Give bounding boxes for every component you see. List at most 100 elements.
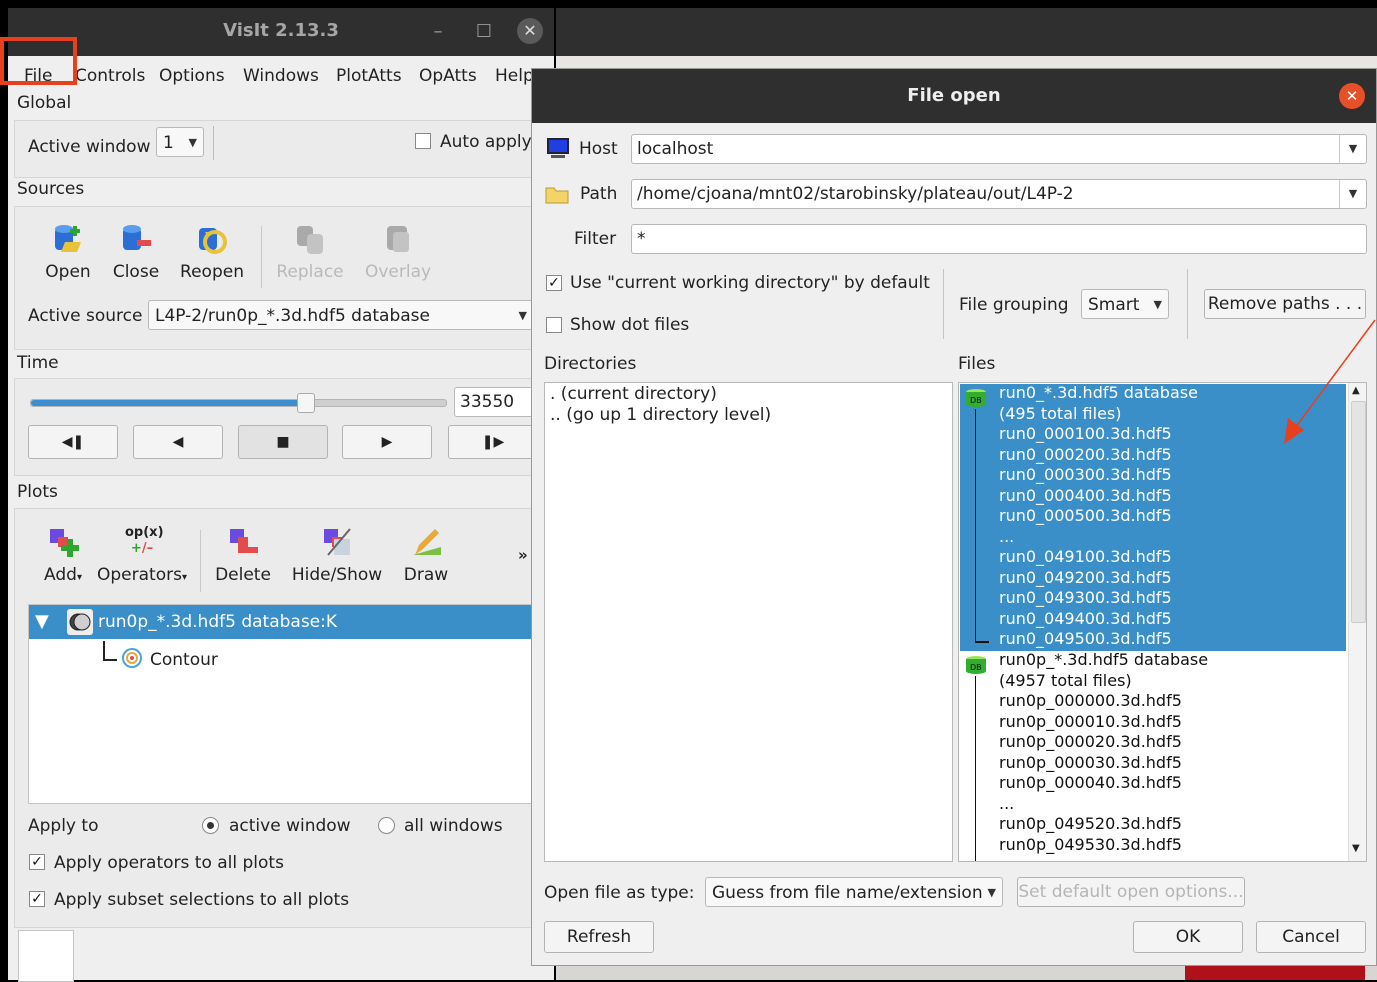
plot-visibility-icon[interactable] <box>67 609 93 635</box>
overlay-label: Overlay <box>364 262 432 282</box>
menu-opatts[interactable]: OpAtts <box>419 66 477 86</box>
database-group-count[interactable]: (495 total files) <box>999 404 1121 425</box>
host-value: localhost <box>637 139 714 159</box>
file-grouping-label: File grouping <box>959 295 1069 315</box>
directory-item[interactable]: .. (go up 1 directory level) <box>550 405 771 425</box>
minimize-icon[interactable]: – <box>426 20 450 44</box>
overlay-icon <box>381 222 415 256</box>
file-item[interactable]: run0_000300.3d.hdf5 <box>999 465 1172 486</box>
tree-line <box>975 641 989 643</box>
play-back-button[interactable]: ◀ <box>133 425 223 459</box>
menu-options[interactable]: Options <box>159 66 225 86</box>
delete-button[interactable]: Delete <box>208 525 278 585</box>
expand-triangle-icon[interactable]: ▼ <box>35 611 49 632</box>
arrow-annotation <box>1284 319 1376 444</box>
file-item[interactable]: run0_000200.3d.hdf5 <box>999 445 1172 466</box>
file-item[interactable]: run0_049500.3d.hdf5 <box>999 629 1172 650</box>
operators-button[interactable]: op(x) +/– Operators▾ <box>96 525 188 585</box>
file-item[interactable]: run0_049400.3d.hdf5 <box>999 609 1172 630</box>
refresh-button[interactable]: Refresh <box>544 921 654 953</box>
file-item[interactable]: run0p_000000.3d.hdf5 <box>999 691 1182 712</box>
file-item[interactable]: run0_000400.3d.hdf5 <box>999 486 1172 507</box>
file-item[interactable]: run0_049200.3d.hdf5 <box>999 568 1172 589</box>
path-combo[interactable]: /home/cjoana/mnt02/starobinsky/plateau/o… <box>631 179 1367 209</box>
directory-item[interactable]: . (current directory) <box>550 384 717 404</box>
menu-windows[interactable]: Windows <box>243 66 319 86</box>
maximize-icon[interactable]: ☐ <box>472 20 496 44</box>
notepad-tab[interactable] <box>18 930 74 982</box>
show-dot-files-checkbox[interactable] <box>546 317 562 333</box>
host-combo[interactable]: localhost ▼ <box>631 134 1367 164</box>
all-windows-radio-label: all windows <box>404 816 503 836</box>
close-button[interactable]: Close <box>106 222 166 282</box>
apply-operators-checkbox[interactable]: ✓ <box>29 854 45 870</box>
overlay-button[interactable]: Overlay <box>358 222 438 282</box>
ok-button[interactable]: OK <box>1133 921 1243 953</box>
auto-apply-label: Auto apply <box>440 132 532 152</box>
active-source-combo[interactable]: L4P-2/run0p_*.3d.hdf5 database ▼ <box>148 300 534 330</box>
time-slider-track[interactable] <box>30 393 447 413</box>
menu-help[interactable]: Help <box>495 66 534 86</box>
file-item[interactable]: run0p_000030.3d.hdf5 <box>999 753 1182 774</box>
active-window-radio[interactable] <box>202 817 219 834</box>
file-item[interactable]: run0p_049520.3d.hdf5 <box>999 814 1182 835</box>
path-label: Path <box>580 184 618 204</box>
open-button[interactable]: Open <box>38 222 98 282</box>
database-group-name[interactable]: run0_*.3d.hdf5 database <box>999 383 1198 404</box>
plot-list[interactable]: ▼ run0p_*.3d.hdf5 database:K Contour <box>28 604 556 804</box>
reopen-button[interactable]: Reopen <box>176 222 248 282</box>
file-item[interactable]: run0p_000010.3d.hdf5 <box>999 712 1182 733</box>
plot-item-row[interactable]: ▼ run0p_*.3d.hdf5 database:K <box>29 605 555 639</box>
open-database-icon <box>51 222 85 256</box>
set-default-options-button[interactable]: Set default open options... <box>1017 877 1245 907</box>
database-group-name[interactable]: run0p_*.3d.hdf5 database <box>999 650 1208 671</box>
file-item[interactable]: ... <box>999 794 1014 815</box>
use-cwd-checkbox[interactable]: ✓ <box>546 275 562 291</box>
file-grouping-combo[interactable]: Smart ▼ <box>1081 289 1169 319</box>
step-forward-button[interactable]: ❚▶ <box>448 425 538 459</box>
draw-button[interactable]: Draw <box>396 525 456 585</box>
file-item[interactable]: run0p_049530.3d.hdf5 <box>999 835 1182 856</box>
host-label: Host <box>579 139 618 159</box>
active-window-label: Active window <box>28 137 151 157</box>
hide-show-button[interactable]: Hide/Show <box>290 525 384 585</box>
file-item[interactable]: run0_000100.3d.hdf5 <box>999 424 1172 445</box>
file-item[interactable]: run0p_000040.3d.hdf5 <box>999 773 1182 794</box>
chevron-down-icon: ▼ <box>518 309 527 322</box>
time-slider-handle[interactable] <box>296 393 315 413</box>
menu-controls[interactable]: Controls <box>75 66 145 86</box>
file-item[interactable]: run0_000500.3d.hdf5 <box>999 506 1172 527</box>
scroll-down-icon[interactable]: ▼ <box>1352 843 1360 854</box>
all-windows-radio[interactable] <box>378 817 395 834</box>
apply-subset-checkbox[interactable]: ✓ <box>29 891 45 907</box>
add-plot-button[interactable]: Add▾ <box>38 525 88 585</box>
database-group-count[interactable]: (4957 total files) <box>999 671 1132 692</box>
file-item[interactable]: run0_049300.3d.hdf5 <box>999 588 1172 609</box>
files-scrollbar[interactable]: ▲ ▼ <box>1348 383 1366 861</box>
open-as-type-combo[interactable]: Guess from file name/extension ▼ <box>705 877 1003 907</box>
replace-button[interactable]: Replace <box>270 222 350 282</box>
file-item[interactable]: run0_049100.3d.hdf5 <box>999 547 1172 568</box>
stop-button[interactable]: ■ <box>238 425 328 459</box>
time-state-field[interactable]: 33550 <box>454 387 534 417</box>
auto-apply-checkbox[interactable] <box>415 133 431 149</box>
active-source-label: Active source <box>28 306 143 326</box>
step-back-icon: ◀❚ <box>61 434 85 450</box>
reopen-label: Reopen <box>180 262 244 282</box>
close-icon[interactable]: ✕ <box>517 18 543 44</box>
step-back-button[interactable]: ◀❚ <box>28 425 118 459</box>
active-window-combo[interactable]: 1 ▼ <box>156 127 204 157</box>
toolbar-overflow-icon[interactable]: » <box>518 546 528 564</box>
file-item[interactable]: run0p_000020.3d.hdf5 <box>999 732 1182 753</box>
filter-label: Filter <box>574 229 617 249</box>
filter-input[interactable]: * <box>631 224 1367 254</box>
file-item[interactable]: ... <box>999 527 1014 548</box>
files-list[interactable]: DB run0_*.3d.hdf5 database (495 total fil… <box>958 382 1367 862</box>
plot-item-label: run0p_*.3d.hdf5 database:K <box>98 612 338 632</box>
directories-list[interactable]: . (current directory) .. (go up 1 direct… <box>544 382 953 862</box>
dialog-close-icon[interactable]: ✕ <box>1339 83 1365 109</box>
menu-bar: File Controls Options Windows PlotAtts O… <box>8 56 554 90</box>
cancel-button[interactable]: Cancel <box>1256 921 1366 953</box>
menu-plotatts[interactable]: PlotAtts <box>336 66 402 86</box>
play-button[interactable]: ▶ <box>342 425 432 459</box>
